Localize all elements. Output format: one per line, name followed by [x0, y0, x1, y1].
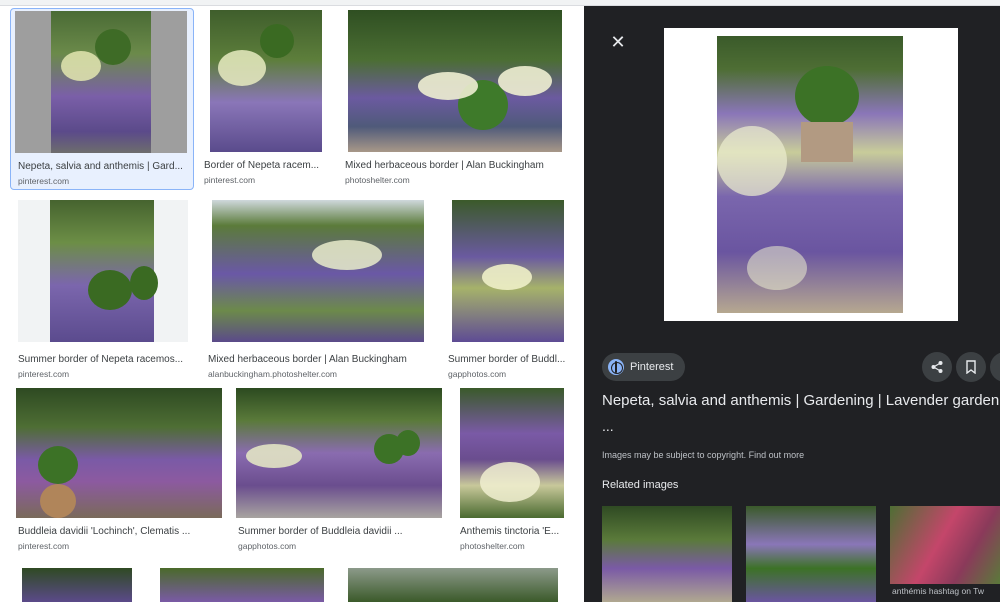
result-tile[interactable]: Border of Nepeta racem... pinterest.com	[204, 8, 330, 190]
source-name: Pinterest	[630, 361, 674, 373]
result-thumbnail[interactable]	[212, 200, 424, 342]
result-source: photoshelter.com	[345, 175, 410, 185]
source-chip[interactable]: Pinterest	[602, 353, 686, 381]
result-caption[interactable]: Summer border of Buddl...	[448, 354, 572, 365]
result-caption[interactable]: Summer border of Buddleia davidii ...	[238, 526, 442, 537]
result-caption[interactable]: Anthemis tinctoria 'E...	[460, 526, 564, 537]
copyright-text: Images may be subject to copyright.	[602, 450, 747, 460]
title-ellipsis: ...	[602, 418, 614, 434]
result-source: gapphotos.com	[448, 369, 507, 379]
results-grid: Nepeta, salvia and anthemis | Gard... pi…	[0, 6, 584, 602]
result-tile[interactable]: Nepeta, salvia and anthemis | Gard... pi…	[10, 8, 194, 190]
result-caption[interactable]: Buddleia davidii 'Lochinch', Clematis ..…	[18, 526, 220, 537]
result-thumbnail[interactable]	[348, 10, 562, 152]
result-thumbnail[interactable]	[236, 388, 442, 518]
preview-image[interactable]	[717, 36, 903, 313]
image-search-page: Nepeta, salvia and anthemis | Gard... pi…	[0, 0, 1000, 602]
result-thumbnail[interactable]	[460, 388, 564, 518]
result-source: gapphotos.com	[238, 541, 297, 551]
result-source: pinterest.com	[204, 175, 256, 185]
result-tile[interactable]: Summer border of Buddl... gapphotos.com	[444, 200, 574, 382]
preview-title[interactable]: Nepeta, salvia and anthemis | Gardening …	[602, 392, 1000, 409]
result-source: pinterest.com	[18, 176, 70, 186]
result-source: photoshelter.com	[460, 541, 525, 551]
result-thumbnail[interactable]	[452, 200, 564, 342]
result-caption[interactable]: Summer border of Nepeta racemos...	[18, 354, 188, 365]
result-tile[interactable]: Summer border of Nepeta racemos... pinte…	[14, 200, 194, 382]
result-thumbnail[interactable]	[160, 568, 324, 602]
related-images-heading: Related images	[602, 479, 679, 491]
more-icon[interactable]	[990, 352, 1000, 382]
preview-panel: ✕ Pinterest Nepeta, salvia and anthemis …	[584, 6, 1000, 602]
result-tile[interactable]: Summer border of Buddleia davidii ... ga…	[236, 388, 446, 564]
result-source: pinterest.com	[18, 541, 70, 551]
preview-image-frame[interactable]	[664, 28, 958, 321]
result-caption[interactable]: Nepeta, salvia and anthemis | Gard...	[18, 161, 186, 172]
copyright-notice: Images may be subject to copyright. Find…	[602, 450, 804, 460]
related-image[interactable]	[746, 506, 876, 602]
result-thumbnail[interactable]	[16, 388, 222, 518]
result-thumbnail[interactable]	[210, 10, 322, 152]
result-thumbnail[interactable]	[348, 568, 558, 602]
result-thumbnail[interactable]	[22, 568, 132, 602]
result-tile[interactable]: Buddleia davidii 'Lochinch', Clematis ..…	[14, 388, 224, 564]
result-thumbnail[interactable]	[15, 11, 187, 153]
close-icon[interactable]: ✕	[608, 32, 628, 52]
result-caption[interactable]: Mixed herbaceous border | Alan Buckingha…	[208, 354, 432, 365]
result-source: pinterest.com	[18, 369, 70, 379]
result-tile[interactable]: Mixed herbaceous border | Alan Buckingha…	[206, 200, 432, 382]
related-image[interactable]	[602, 506, 732, 602]
result-tile[interactable]: Anthemis tinctoria 'E... photoshelter.co…	[458, 388, 576, 564]
result-source: alanbuckingham.photoshelter.com	[208, 369, 337, 379]
related-image[interactable]	[890, 506, 1000, 584]
share-icon[interactable]	[922, 352, 952, 382]
result-thumbnail[interactable]	[18, 200, 188, 342]
result-tile[interactable]: Mixed herbaceous border | Alan Buckingha…	[344, 8, 574, 190]
learn-more-link[interactable]: Find out more	[749, 450, 805, 460]
bookmark-icon[interactable]	[956, 352, 986, 382]
globe-icon	[608, 359, 624, 375]
related-caption[interactable]: anthémis hashtag on Tw	[892, 586, 984, 596]
result-caption[interactable]: Mixed herbaceous border | Alan Buckingha…	[345, 160, 573, 171]
result-caption[interactable]: Border of Nepeta racem...	[204, 160, 330, 171]
